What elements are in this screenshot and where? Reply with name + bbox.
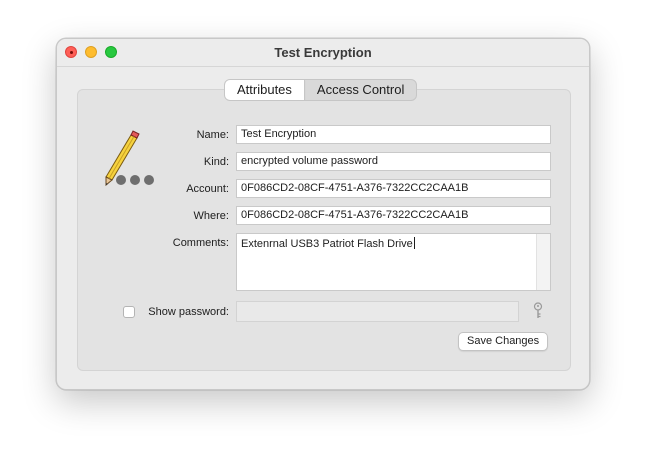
save-changes-button[interactable]: Save Changes [458,332,549,351]
tab-bar: Attributes Access Control [224,79,418,101]
window-title: Test Encryption [274,45,372,60]
comments-label: Comments: [172,237,229,249]
name-label: Name: [196,129,229,141]
where-field[interactable]: 0F086CD2-08CF-4751-A376-7322CC2CAA1B [236,206,551,225]
kind-field[interactable]: encrypted volume password [236,152,551,171]
account-label: Account: [186,183,229,195]
show-password-label[interactable]: Show password: [109,306,229,318]
password-field[interactable] [236,301,519,322]
name-field[interactable]: Test Encryption [236,125,551,144]
title-bar: Test Encryption [57,39,589,67]
text-caret [413,237,415,249]
key-icon[interactable] [531,302,545,320]
tab-access-control[interactable]: Access Control [305,80,416,100]
comments-text: Extenrnal USB3 Patriot Flash Drive [241,238,413,250]
where-label: Where: [193,210,229,222]
keychain-item-window: Test Encryption Attributes Access Contro… [56,38,590,390]
account-field[interactable]: 0F086CD2-08CF-4751-A376-7322CC2CAA1B [236,179,551,198]
comments-scrollbar[interactable] [536,234,550,290]
tab-attributes[interactable]: Attributes [225,80,305,100]
kind-label: Kind: [203,156,229,168]
comments-textarea[interactable]: Extenrnal USB3 Patriot Flash Drive [236,233,551,291]
